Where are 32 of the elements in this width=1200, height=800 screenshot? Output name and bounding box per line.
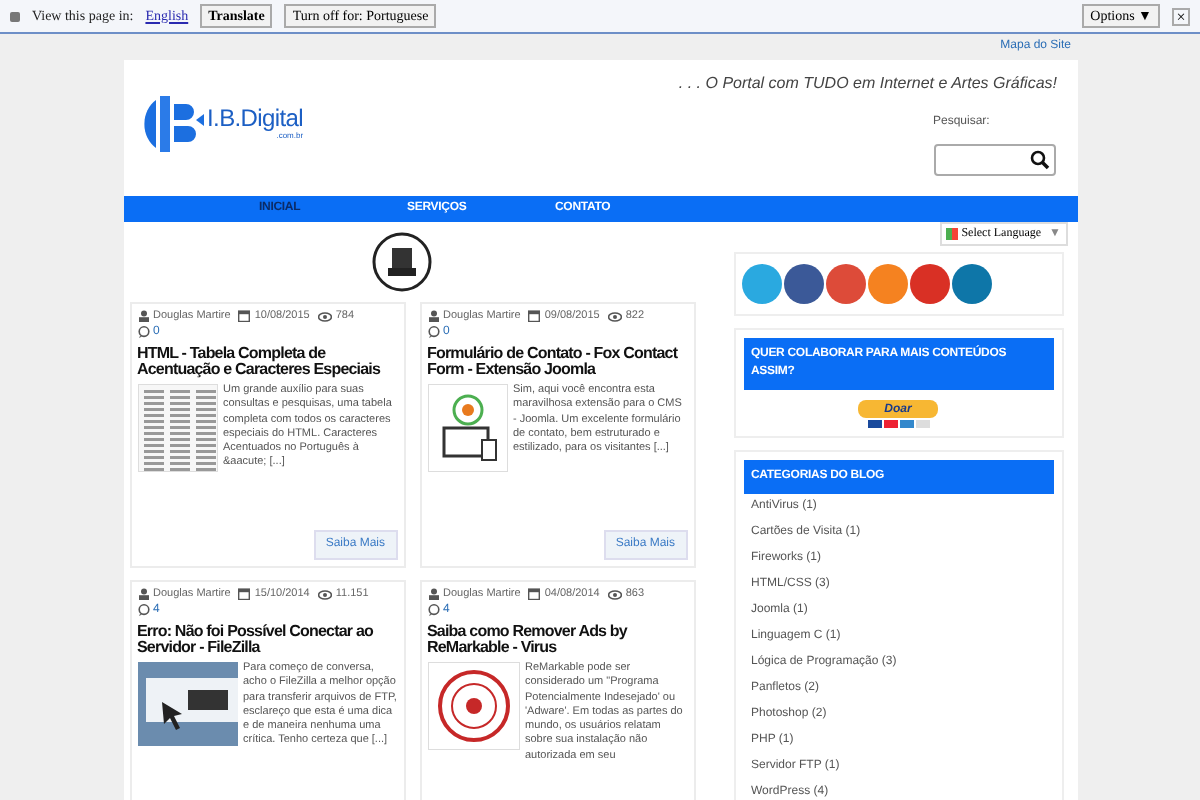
- thumbnail-drawing: [137, 662, 237, 746]
- post-title[interactable]: HTML - Tabela Completa de Acentuação e Caracteres Especiais: [137, 346, 397, 378]
- calendar-icon: [238, 588, 251, 600]
- comment-icon: [427, 326, 439, 338]
- eye-icon: [607, 311, 622, 321]
- logo-icon: [143, 92, 203, 156]
- close-button[interactable]: ×: [1172, 7, 1190, 25]
- thumbnail-drawing: [427, 384, 507, 472]
- eye-icon: [317, 589, 332, 599]
- user-icon: [427, 310, 439, 322]
- comment-icon: [137, 604, 149, 616]
- calendar-icon: [528, 310, 541, 322]
- post-title[interactable]: Erro: Não foi Possível Conectar ao Servidor - FileZilla: [137, 624, 397, 656]
- comment-icon: [427, 604, 439, 616]
- thumbnail-drawing: [427, 662, 519, 750]
- thumbnail-drawing: [137, 384, 217, 472]
- tagline: . . . O Portal com TUDO em Internet e Artes Gráficas!: [678, 72, 1057, 96]
- eye-icon: [317, 311, 332, 321]
- search-field[interactable]: [933, 144, 1055, 176]
- logo-text: I.B.Digital: [207, 106, 304, 130]
- user-icon: [137, 588, 149, 600]
- user-icon: [137, 310, 149, 322]
- post-title[interactable]: Saiba como Remover Ads by ReMarkable - Virus: [427, 624, 687, 656]
- eye-icon: [607, 589, 622, 599]
- comment-icon: [137, 326, 149, 338]
- calendar-icon: [528, 588, 541, 600]
- post-title[interactable]: Formulário de Contato - Fox Contact Form - Extensão Joomla: [427, 346, 687, 378]
- calendar-icon: [238, 310, 251, 322]
- search-icon[interactable]: [1029, 150, 1049, 170]
- translate-icon: [945, 228, 958, 240]
- card-logos-icon: [867, 420, 929, 428]
- user-icon: [427, 588, 439, 600]
